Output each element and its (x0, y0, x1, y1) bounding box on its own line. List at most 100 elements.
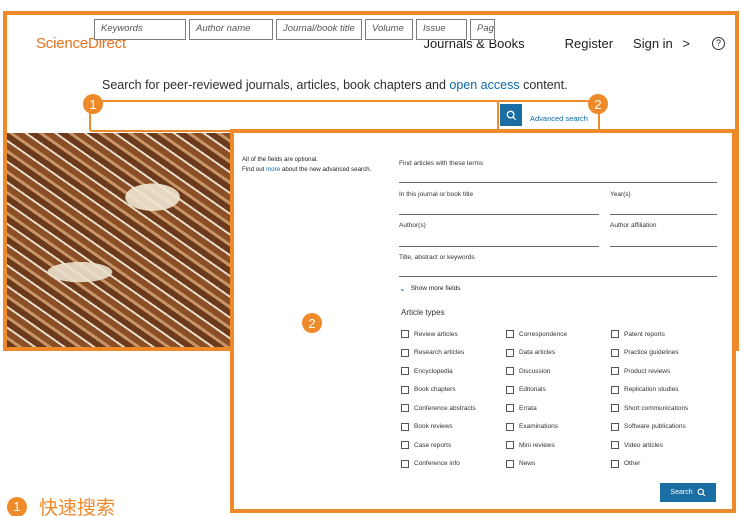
article-types-title: Article types (401, 308, 445, 317)
checkbox-box[interactable] (401, 348, 409, 357)
article-type-checkbox[interactable]: Encyclopedia (401, 367, 453, 375)
article-type-checkbox[interactable]: Practice guidelines (611, 348, 679, 357)
article-type-checkbox[interactable]: Book chapters (401, 385, 456, 394)
search-button-label: Search (670, 489, 693, 496)
article-type-label: Other (624, 460, 641, 467)
checkbox-box[interactable] (506, 367, 514, 375)
year-input[interactable] (610, 214, 717, 215)
checkbox-box[interactable] (611, 422, 619, 431)
nav-register[interactable]: Register (565, 36, 613, 51)
journal-label: In this journal or book title (399, 191, 474, 198)
callout-badge-2-panel: 2 (302, 313, 322, 333)
checkbox-box[interactable] (506, 422, 514, 431)
checkbox-box[interactable] (506, 330, 514, 338)
checkbox-box[interactable] (401, 385, 409, 394)
search-button[interactable] (500, 104, 522, 126)
terms-input[interactable] (399, 182, 717, 183)
terms-label: Find articles with these terms (399, 160, 484, 167)
checkbox-box[interactable] (401, 404, 409, 412)
article-type-label: Replication studies (624, 386, 679, 393)
journal-input[interactable] (399, 214, 599, 215)
article-type-checkbox[interactable]: News (506, 459, 535, 468)
chevron-right-icon: > (682, 35, 690, 51)
article-type-checkbox[interactable]: Research articles (401, 348, 465, 357)
checkbox-box[interactable] (611, 330, 619, 338)
article-type-label: Mini reviews (519, 441, 555, 449)
journal-book-title-input[interactable]: Journal/book title (276, 19, 362, 40)
article-type-checkbox[interactable]: Book reviews (401, 422, 453, 431)
checkbox-box[interactable] (611, 367, 619, 375)
advanced-search-submit-button[interactable]: Search (660, 483, 716, 502)
article-type-checkbox[interactable]: Review articles (401, 330, 458, 338)
checkbox-box[interactable] (611, 459, 619, 468)
article-type-checkbox[interactable]: Replication studies (611, 385, 679, 394)
title-abstract-label: Title, abstract or keywords (399, 254, 475, 261)
authors-label: Author(s) (399, 222, 426, 229)
search-tagline: Search for peer-reviewed journals, artic… (102, 78, 568, 92)
article-type-label: Conference abstracts (414, 404, 476, 412)
checkbox-box[interactable] (506, 441, 514, 449)
checkbox-box[interactable] (401, 367, 409, 375)
article-type-label: Product reviews (624, 367, 671, 375)
checkbox-box[interactable] (401, 441, 409, 449)
article-type-label: Case reports (414, 441, 452, 449)
author-name-input[interactable]: Author name (189, 19, 273, 40)
article-type-checkbox[interactable]: Discussion (506, 367, 550, 375)
search-icon (697, 488, 705, 497)
quick-search-highlight (89, 100, 499, 132)
title-abstract-input[interactable] (399, 276, 717, 277)
volume-input[interactable]: Volume (365, 19, 413, 40)
article-type-label: Conference info (414, 460, 460, 467)
note-prefix: Find out (242, 166, 267, 173)
article-type-label: Data articles (519, 349, 556, 356)
article-type-checkbox[interactable]: Other (611, 459, 641, 468)
show-more-fields-toggle[interactable]: ⌄ Show more fields (399, 284, 461, 293)
keywords-input[interactable]: Keywords (94, 19, 186, 40)
callout-badge-2: 2 (588, 94, 608, 114)
optional-fields-note: All of the fields are optional. Find out… (242, 155, 371, 175)
article-type-checkbox[interactable]: Video articles (611, 441, 663, 449)
article-type-checkbox[interactable]: Conference info (401, 459, 460, 468)
note-line-2: Find out more about the new advanced sea… (242, 165, 371, 175)
article-type-checkbox[interactable]: Errata (506, 404, 537, 412)
article-type-checkbox[interactable]: Software publications (611, 422, 686, 431)
issue-input[interactable]: Issue (416, 19, 467, 40)
checkbox-box[interactable] (506, 385, 514, 394)
checkbox-box[interactable] (506, 459, 514, 468)
checkbox-box[interactable] (506, 404, 514, 412)
top-nav: Journals & Books Register Sign in > ? (423, 36, 725, 51)
checkbox-box[interactable] (401, 459, 409, 468)
authors-input[interactable] (399, 246, 599, 247)
more-link[interactable]: more (266, 166, 280, 173)
checkbox-box[interactable] (401, 422, 409, 431)
checkbox-box[interactable] (611, 348, 619, 357)
nav-sign-in[interactable]: Sign in > (633, 36, 690, 51)
article-type-checkbox[interactable]: Short communications (611, 404, 688, 412)
article-type-label: Software publications (624, 423, 686, 430)
article-type-checkbox[interactable]: Data articles (506, 348, 556, 357)
checkbox-box[interactable] (611, 404, 619, 412)
article-type-label: Examinations (519, 423, 559, 430)
article-type-label: Research articles (414, 349, 465, 356)
open-access-link[interactable]: open access (449, 78, 519, 92)
checkbox-box[interactable] (506, 348, 514, 357)
checkbox-box[interactable] (611, 385, 619, 394)
article-type-checkbox[interactable]: Examinations (506, 422, 559, 431)
article-type-checkbox[interactable]: Conference abstracts (401, 404, 476, 412)
checkbox-box[interactable] (401, 330, 409, 338)
checkbox-box[interactable] (611, 441, 619, 449)
article-type-label: Correspondence (519, 330, 568, 338)
help-icon[interactable]: ? (712, 36, 725, 50)
affiliation-input[interactable] (610, 246, 717, 247)
pages-input[interactable]: Pag (470, 19, 495, 40)
advanced-search-link[interactable]: Advanced search (530, 114, 588, 123)
article-type-checkbox[interactable]: Case reports (401, 441, 451, 449)
article-type-checkbox[interactable]: Editorials (506, 385, 546, 394)
article-type-label: Discussion (519, 367, 551, 375)
tagline-suffix: content. (519, 78, 568, 92)
article-type-checkbox[interactable]: Product reviews (611, 367, 670, 375)
article-type-checkbox[interactable]: Correspondence (506, 330, 567, 338)
article-type-label: Book reviews (414, 423, 453, 430)
article-type-checkbox[interactable]: Patent reports (611, 330, 665, 338)
article-type-checkbox[interactable]: Mini reviews (506, 441, 555, 449)
